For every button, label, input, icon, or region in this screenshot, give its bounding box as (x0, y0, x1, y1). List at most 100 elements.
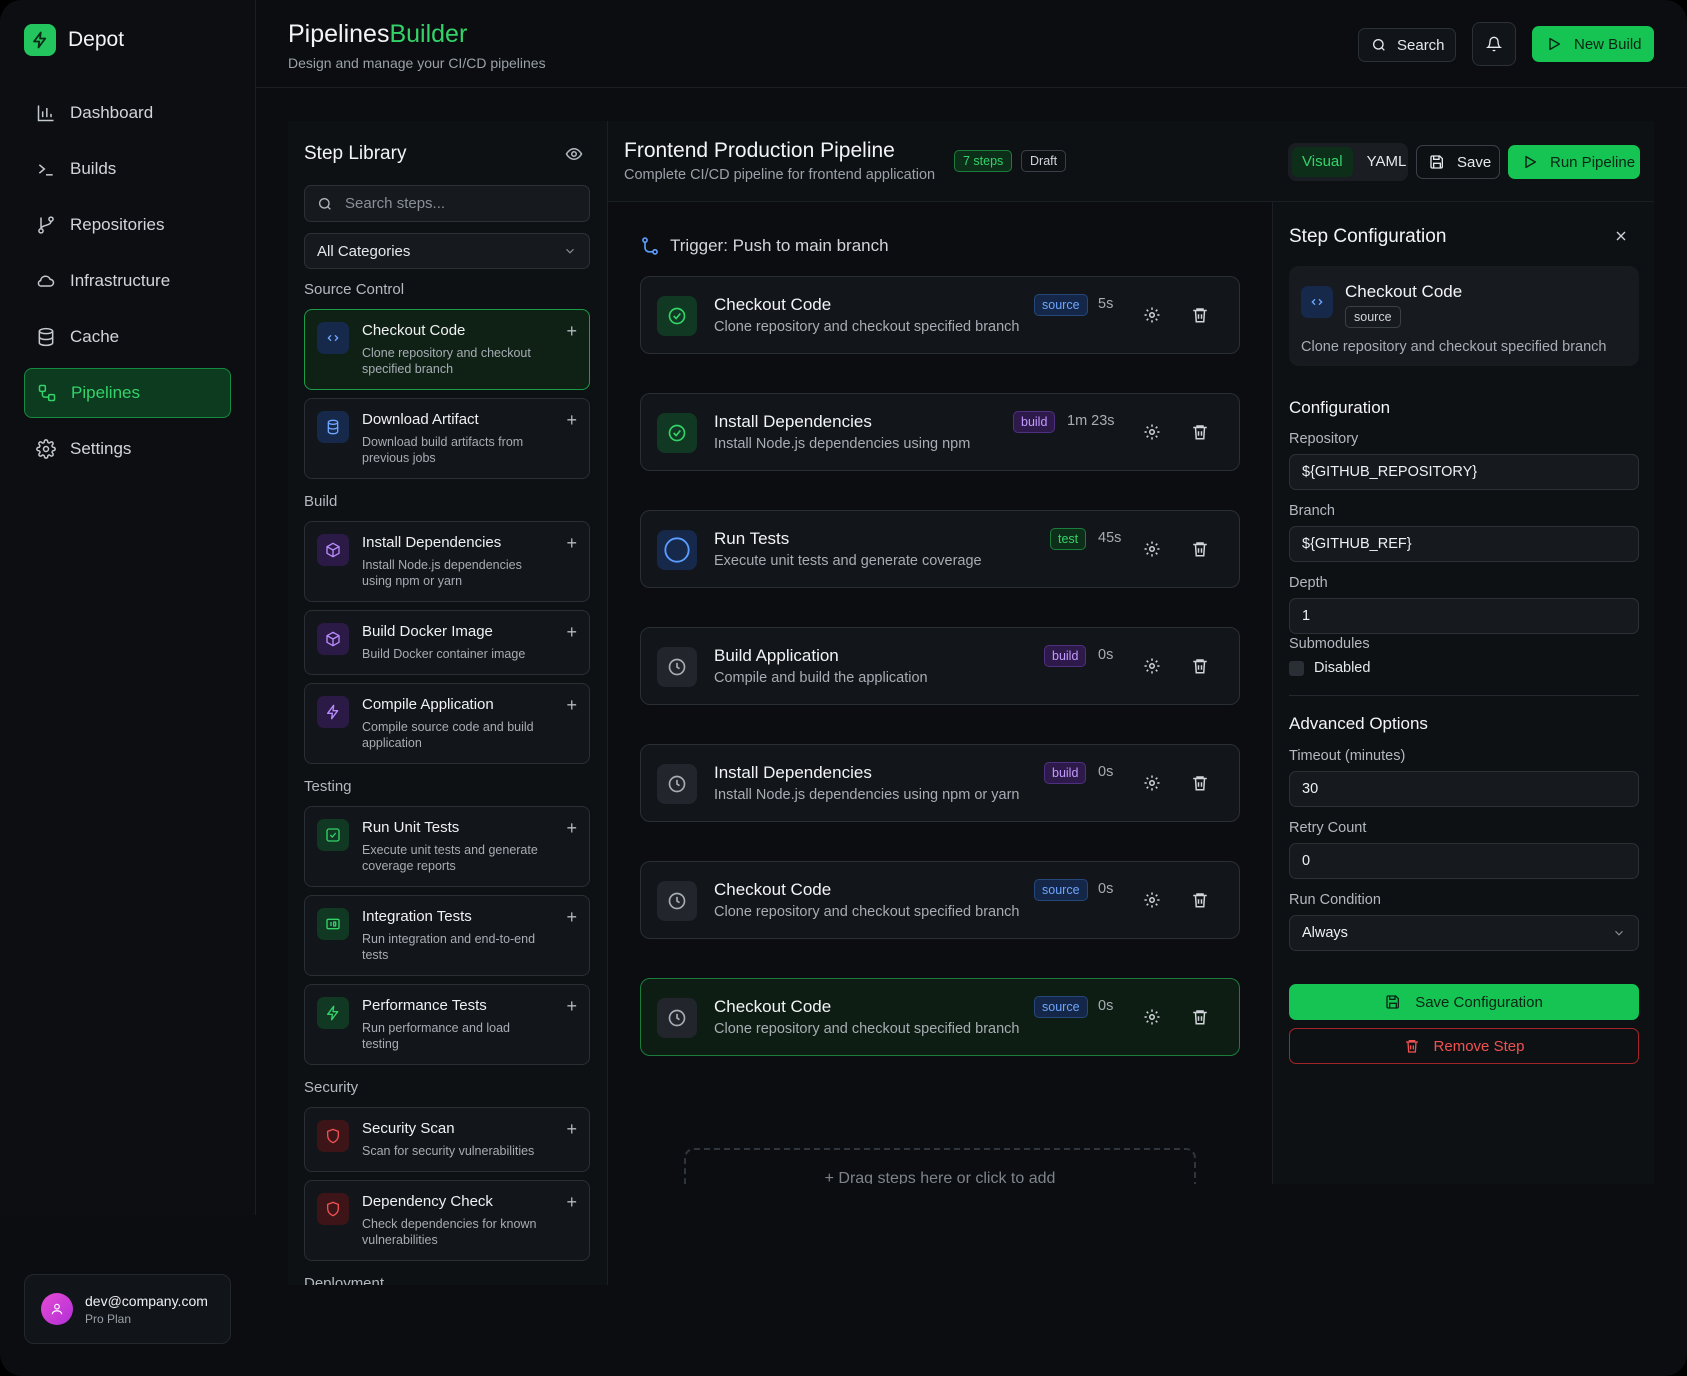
search-button[interactable]: Search (1358, 28, 1456, 62)
drop-zone[interactable]: + Drag steps here or click to add (684, 1148, 1196, 1184)
gear-icon[interactable] (1143, 306, 1161, 324)
sidebar-item-pipelines[interactable]: Pipelines (24, 368, 231, 418)
remove-step-button[interactable]: Remove Step (1289, 1028, 1639, 1064)
category-select[interactable]: All Categories (304, 233, 590, 269)
add-step-icon[interactable]: + (566, 696, 577, 714)
tab-yaml[interactable]: YAML (1357, 147, 1417, 177)
step-tag: build (1044, 645, 1087, 667)
add-step-icon[interactable]: + (566, 534, 577, 552)
step-library-item[interactable]: Download Artifact Download build artifact… (304, 398, 590, 479)
add-step-icon[interactable]: + (566, 623, 577, 641)
sidebar-item-label: Pipelines (71, 383, 140, 402)
sidebar-item-builds[interactable]: Builds (24, 144, 231, 194)
pipeline-step[interactable]: Checkout Code Clone repository and checko… (640, 276, 1240, 354)
selected-step-desc: Clone repository and checkout specified … (1301, 339, 1607, 355)
trash-icon[interactable] (1191, 1008, 1209, 1026)
pipeline-step[interactable]: Install Dependencies Install Node.js depe… (640, 393, 1240, 471)
add-step-icon[interactable]: + (566, 1120, 577, 1138)
step-library-item-desc: Execute unit tests and generate coverage… (362, 843, 538, 873)
avatar (41, 1293, 73, 1325)
user-email: dev@company.com (85, 1292, 208, 1309)
step-description: Clone repository and checkout specified … (714, 904, 1020, 920)
repository-input[interactable]: ${GITHUB_REPOSITORY} (1289, 454, 1639, 490)
bolt-icon (317, 696, 349, 728)
depth-input[interactable]: 1 (1289, 598, 1639, 634)
user-account-card[interactable]: dev@company.com Pro Plan (24, 1274, 231, 1344)
shield-icon (317, 1120, 349, 1152)
save-configuration-button[interactable]: Save Configuration (1289, 984, 1639, 1020)
pipeline-step[interactable]: Build Application Compile and build the a… (640, 627, 1240, 705)
page-subtitle: Design and manage your CI/CD pipelines (288, 55, 546, 71)
pipeline-step[interactable]: Run Tests Execute unit tests and generate… (640, 510, 1240, 588)
add-step-icon[interactable]: + (566, 1193, 577, 1211)
sidebar-item-repositories[interactable]: Repositories (24, 200, 231, 250)
trash-icon[interactable] (1191, 657, 1209, 675)
step-library-item-desc: Scan for security vulnerabilities (362, 1144, 535, 1158)
add-step-icon[interactable]: + (566, 908, 577, 926)
step-library-item[interactable]: Build Docker Image Build Docker container… (304, 610, 590, 675)
timeout-label: Timeout (minutes) (1289, 748, 1406, 764)
step-library-item-desc: Compile source code and build applicatio… (362, 720, 534, 750)
close-icon[interactable] (1613, 228, 1629, 244)
step-description: Execute unit tests and generate coverage (714, 553, 982, 569)
trash-icon[interactable] (1191, 774, 1209, 792)
configuration-heading: Configuration (1289, 398, 1391, 417)
trash-icon[interactable] (1191, 423, 1209, 441)
step-library-item-name: Run Unit Tests (362, 819, 460, 836)
step-library: Step Library Search steps... All Categor… (288, 121, 608, 1285)
gear-icon[interactable] (1143, 774, 1161, 792)
step-configuration-panel: Step Configuration Checkout Code source … (1272, 202, 1654, 1184)
save-button[interactable]: Save (1416, 145, 1500, 179)
category-select-value: All Categories (317, 242, 411, 260)
gear-icon[interactable] (1143, 657, 1161, 675)
notifications-button[interactable] (1472, 22, 1516, 66)
pipeline-step[interactable]: Checkout Code Clone repository and checko… (640, 978, 1240, 1056)
run-pipeline-label: Run Pipeline (1550, 153, 1636, 171)
sidebar-item-infrastructure[interactable]: Infrastructure (24, 256, 231, 306)
submodules-checkbox[interactable]: Disabled (1289, 660, 1370, 676)
tab-visual[interactable]: Visual (1292, 147, 1353, 177)
add-step-icon[interactable]: + (566, 322, 577, 340)
pipeline-step[interactable]: Checkout Code Clone repository and checko… (640, 861, 1240, 939)
step-library-item[interactable]: Security Scan Scan for security vulnerabi… (304, 1107, 590, 1172)
step-library-item[interactable]: Dependency Check Check dependencies for k… (304, 1180, 590, 1261)
gear-icon[interactable] (1143, 423, 1161, 441)
run-pipeline-button[interactable]: Run Pipeline (1508, 145, 1640, 179)
add-step-icon[interactable]: + (566, 411, 577, 429)
gear-icon[interactable] (1143, 891, 1161, 909)
new-build-button[interactable]: New Build (1532, 26, 1654, 62)
brand[interactable]: Depot (24, 24, 124, 56)
sidebar-item-dashboard[interactable]: Dashboard (24, 88, 231, 138)
step-description: Install Node.js dependencies using npm o… (714, 787, 1020, 803)
play-icon (1546, 36, 1562, 52)
step-library-item[interactable]: Compile Application Compile source code a… (304, 683, 590, 764)
trash-icon[interactable] (1191, 540, 1209, 558)
sidebar-item-settings[interactable]: Settings (24, 424, 231, 474)
step-search-input[interactable]: Search steps... (304, 185, 590, 222)
step-description: Clone repository and checkout specified … (714, 319, 1020, 335)
gear-icon[interactable] (1143, 540, 1161, 558)
step-duration: 5s (1098, 296, 1114, 312)
step-library-item[interactable]: Checkout Code Clone repository and checko… (304, 309, 590, 390)
step-library-item[interactable]: Performance Tests Run performance and loa… (304, 984, 590, 1065)
step-library-item[interactable]: Integration Tests Run integration and end… (304, 895, 590, 976)
trigger-label: Trigger: Push to main branch (670, 236, 889, 255)
bell-icon (1486, 36, 1502, 52)
pipeline-step[interactable]: Install Dependencies Install Node.js depe… (640, 744, 1240, 822)
trash-icon[interactable] (1191, 306, 1209, 324)
add-step-icon[interactable]: + (566, 997, 577, 1015)
step-library-item[interactable]: Run Unit Tests Execute unit tests and gen… (304, 806, 590, 887)
step-library-item[interactable]: Install Dependencies Install Node.js depe… (304, 521, 590, 602)
add-step-icon[interactable]: + (566, 819, 577, 837)
branch-input[interactable]: ${GITHUB_REF} (1289, 526, 1639, 562)
timeout-input[interactable]: 30 (1289, 771, 1639, 807)
gear-icon[interactable] (1143, 1008, 1161, 1026)
eye-icon[interactable] (565, 145, 583, 163)
retry-count-input[interactable]: 0 (1289, 843, 1639, 879)
checkbox-box[interactable] (1289, 660, 1304, 676)
trash-icon[interactable] (1191, 891, 1209, 909)
step-library-item-name: Compile Application (362, 696, 494, 713)
run-condition-select[interactable]: Always (1289, 915, 1639, 951)
sidebar-item-cache[interactable]: Cache (24, 312, 231, 362)
code-icon (1301, 286, 1333, 318)
